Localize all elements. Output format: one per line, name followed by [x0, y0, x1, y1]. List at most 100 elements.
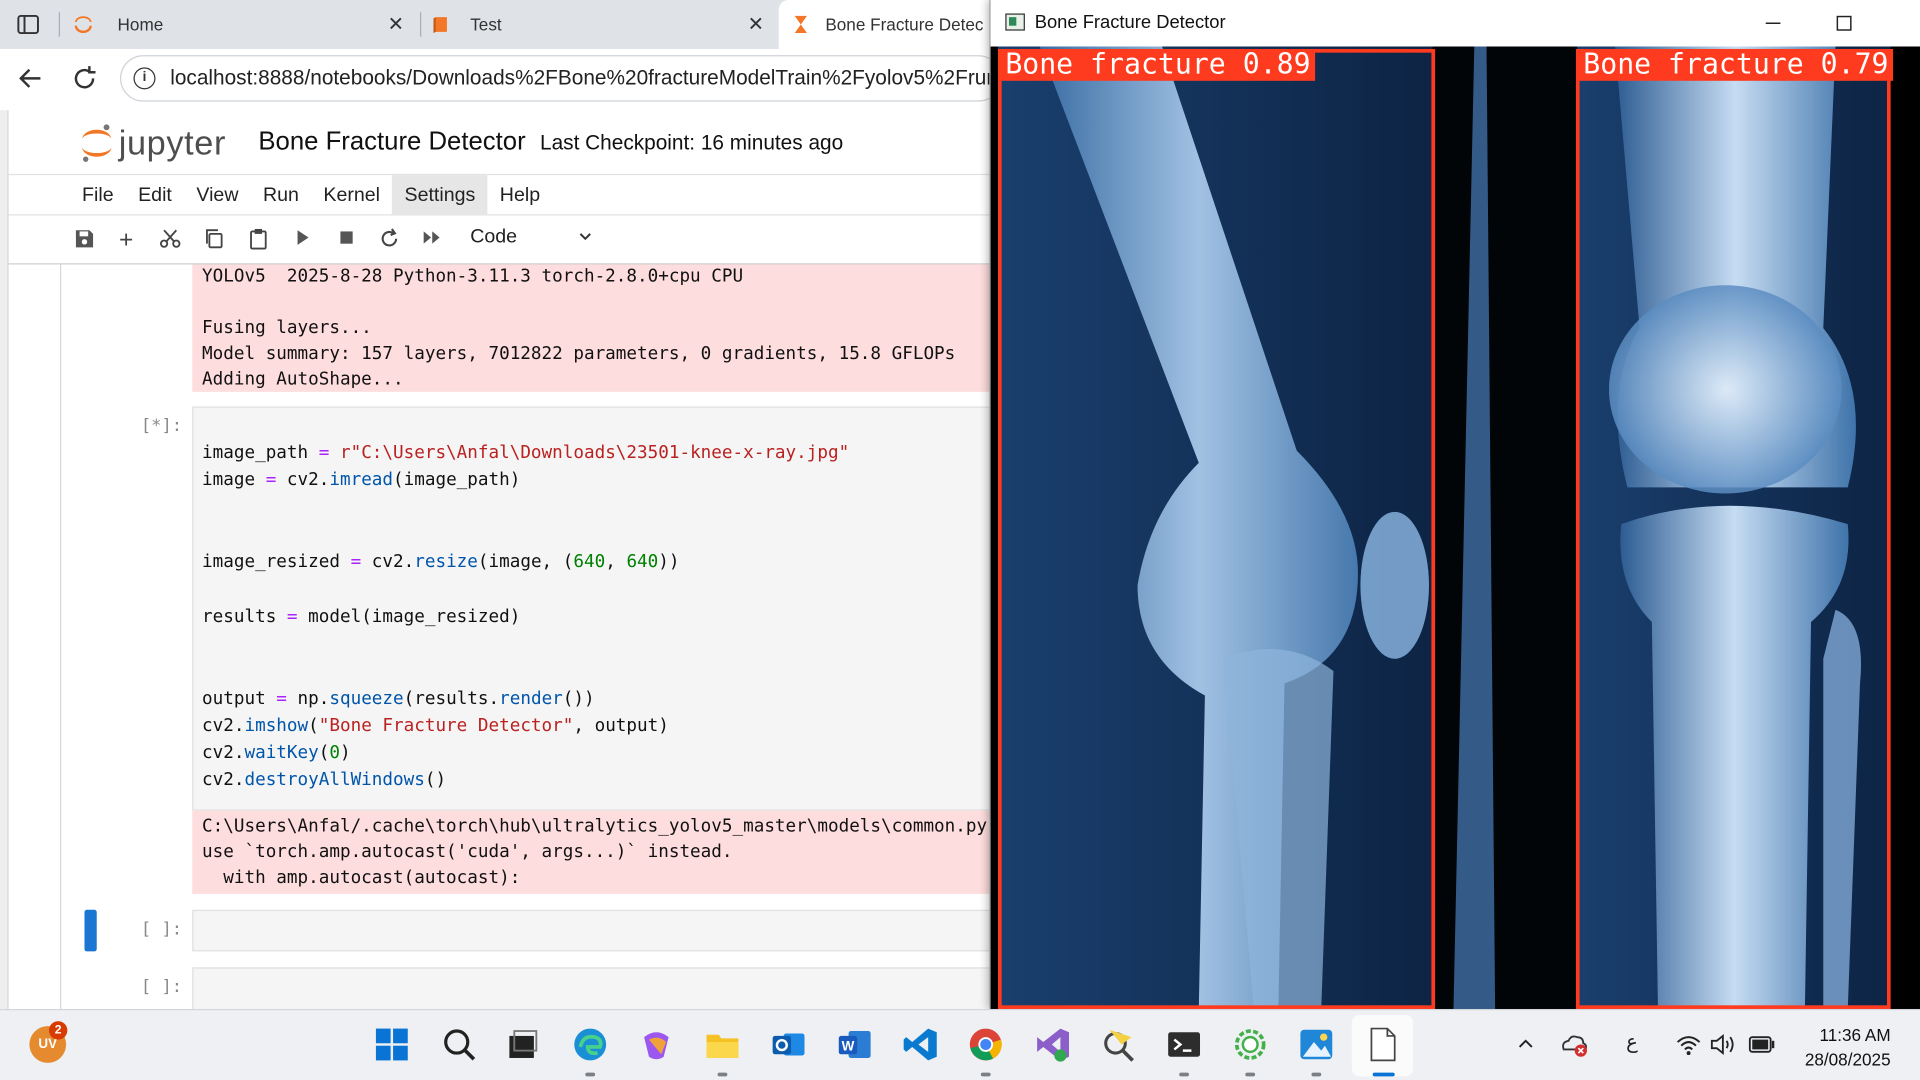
tab-test[interactable]: Test ✕ — [426, 0, 774, 49]
menu-help[interactable]: Help — [488, 175, 553, 214]
paste-icon[interactable] — [246, 228, 270, 252]
cell-prompt: [ ]: — [140, 919, 183, 940]
notification-badge: 2 — [48, 1021, 68, 1040]
code-line: output = np.squeeze(results.render()) — [202, 689, 595, 709]
running-indicator — [1179, 1072, 1189, 1077]
active-indicator — [1372, 1072, 1395, 1077]
opencv-window[interactable]: Bone Fracture Detector Bone fracture 0.8… — [989, 0, 1920, 1009]
menu-bar: File Edit View Run Kernel Settings Help — [8, 173, 991, 216]
output-stderr-2: C:\Users\Anfal/.cache\torch\hub\ultralyt… — [192, 810, 991, 894]
notebook-toolbar: + Code — [8, 216, 991, 265]
opencv-window-icon[interactable] — [1363, 1025, 1402, 1064]
menu-edit[interactable]: Edit — [126, 175, 184, 214]
code-line: cv2.imshow("Bone Fracture Detector", out… — [202, 716, 669, 736]
back-arrow-icon[interactable] — [15, 64, 47, 96]
wifi-icon[interactable] — [1675, 1032, 1702, 1056]
opencv-titlebar[interactable]: Bone Fracture Detector — [990, 0, 1920, 47]
chevron-down-icon[interactable] — [577, 228, 594, 249]
address-bar[interactable]: i localhost:8888/notebooks/Downloads%2FB… — [120, 55, 1002, 102]
detection-label: Bone fracture 0.79 — [1578, 48, 1894, 81]
code-line: cv2.destroyAllWindows() — [202, 770, 447, 790]
task-view-icon[interactable] — [503, 1025, 542, 1064]
maximize-icon[interactable] — [1836, 10, 1853, 41]
file-explorer-icon[interactable] — [703, 1025, 742, 1064]
menu-view[interactable]: View — [184, 175, 251, 214]
cell-gutter-rule — [60, 264, 62, 1009]
tab-actions-icon[interactable] — [15, 11, 42, 38]
tab-title: Test — [470, 14, 502, 35]
cut-icon[interactable] — [158, 228, 182, 252]
close-icon[interactable]: ✕ — [388, 12, 404, 36]
detection-image: Bone fracture 0.89 Bone fracture 0.79 — [990, 46, 1920, 1009]
stop-icon[interactable] — [334, 228, 358, 252]
jupyter-logo[interactable]: jupyter — [80, 122, 226, 164]
clock[interactable]: 11:36 AM 28/08/2025 — [1805, 1022, 1891, 1071]
add-cell-icon[interactable]: + — [114, 228, 138, 252]
active-cell-indicator — [84, 909, 97, 952]
notebook-tab-icon — [433, 17, 447, 34]
battery-icon[interactable] — [1748, 1036, 1776, 1053]
edge-browser-icon[interactable] — [571, 1025, 610, 1064]
volume-icon[interactable] — [1709, 1032, 1738, 1056]
minimize-icon[interactable] — [1765, 10, 1782, 41]
menu-file[interactable]: File — [70, 175, 126, 214]
search-icon[interactable] — [440, 1025, 479, 1064]
empty-code-cell[interactable] — [192, 909, 991, 952]
notebook-cells[interactable]: YOLOv5 2025-8-28 Python-3.11.3 torch-2.8… — [9, 264, 991, 1009]
menu-kernel[interactable]: Kernel — [311, 175, 392, 214]
word-icon[interactable]: W — [835, 1025, 874, 1064]
restart-icon[interactable] — [377, 228, 401, 252]
fast-forward-icon[interactable] — [420, 228, 444, 252]
save-icon[interactable] — [72, 228, 96, 252]
clock-time: 11:36 AM — [1819, 1024, 1891, 1045]
run-icon[interactable] — [290, 228, 314, 252]
visual-studio-icon[interactable] — [1033, 1025, 1072, 1064]
checkpoint-status: Last Checkpoint: 16 minutes ago — [540, 131, 844, 155]
menu-run[interactable]: Run — [251, 175, 311, 214]
browser-nav-bar: i localhost:8888/notebooks/Downloads%2FB… — [0, 48, 1002, 111]
cell-type-select[interactable]: Code — [470, 227, 517, 249]
cell-prompt: [ ]: — [140, 977, 183, 997]
outlook-icon[interactable] — [769, 1025, 808, 1064]
cell-prompt: [*]: — [140, 416, 183, 436]
screen: Home ✕ Test ✕ Bone Fracture Detec i loca… — [0, 0, 1920, 1080]
vscode-icon[interactable] — [901, 1025, 940, 1064]
chrome-icon[interactable] — [966, 1025, 1005, 1064]
tab-title: Home — [117, 14, 164, 35]
jupyter-app: jupyter Bone Fracture Detector Last Chec… — [0, 110, 991, 1009]
photos-icon[interactable] — [1297, 1025, 1336, 1064]
onedrive-error-icon[interactable] — [1560, 1031, 1589, 1058]
running-indicator — [1245, 1072, 1256, 1077]
refresh-icon[interactable] — [69, 64, 101, 96]
copy-icon[interactable] — [202, 228, 226, 252]
terminal-icon[interactable] — [1164, 1025, 1203, 1064]
jupyter-header: jupyter Bone Fracture Detector Last Chec… — [8, 110, 991, 174]
menu-settings[interactable]: Settings — [392, 175, 488, 215]
info-icon[interactable]: i — [133, 67, 156, 90]
chevron-up-icon[interactable] — [1516, 1035, 1536, 1055]
language-indicator[interactable]: ع — [1626, 1030, 1638, 1054]
detection-box — [1575, 48, 1891, 1009]
empty-code-cell[interactable] — [192, 967, 991, 1009]
copilot-icon[interactable] — [637, 1025, 676, 1064]
jupyter-panel: jupyter Bone Fracture Detector Last Chec… — [7, 110, 991, 1009]
window-title: Bone Fracture Detector — [1034, 12, 1226, 34]
running-indicator — [585, 1072, 596, 1077]
notebook-title[interactable]: Bone Fracture Detector — [258, 127, 525, 156]
url-text: localhost:8888/notebooks/Downloads%2FBon… — [170, 66, 998, 90]
tab-home[interactable]: Home ✕ — [69, 0, 414, 49]
tab-separator — [420, 12, 422, 37]
svg-text:W: W — [842, 1039, 855, 1054]
code-line: image = cv2.imread(image_path) — [202, 470, 521, 490]
tab-bone-fracture[interactable]: Bone Fracture Detec — [778, 0, 1000, 49]
python-idle-icon[interactable] — [1100, 1025, 1139, 1064]
clock-date: 28/08/2025 — [1804, 1049, 1891, 1069]
anaconda-icon[interactable] — [1231, 1025, 1270, 1064]
code-line: image_path = r"C:\Users\Anfal\Downloads\… — [202, 443, 850, 463]
taskbar: UV 2 W ع 11:36 AM 28/08/2025 — [0, 1008, 1920, 1080]
close-icon[interactable]: ✕ — [748, 12, 764, 36]
code-cell[interactable]: image_path = r"C:\Users\Anfal\Downloads\… — [192, 406, 991, 811]
jupyter-logo-icon — [82, 124, 112, 162]
windows-start-icon[interactable] — [372, 1025, 411, 1064]
code-line: image_resized = cv2.resize(image, (640, … — [202, 552, 680, 572]
